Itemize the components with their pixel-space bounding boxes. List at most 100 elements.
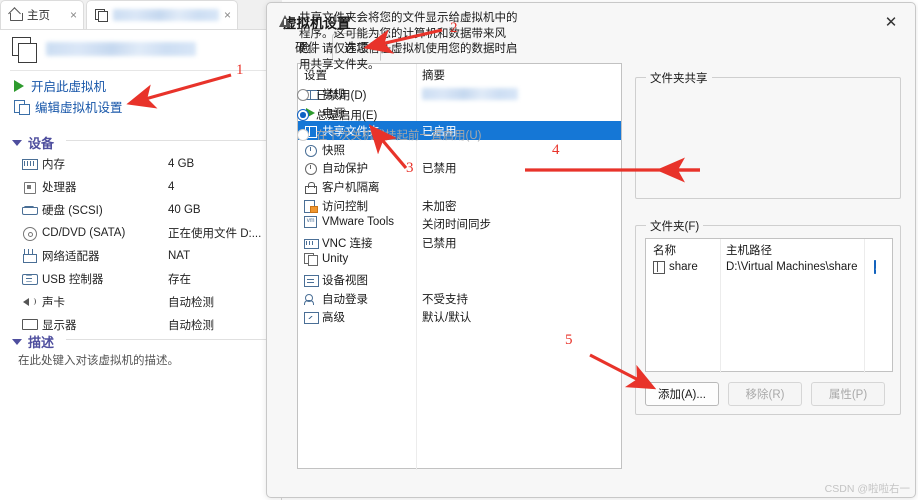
device-name: 内存 (42, 158, 65, 171)
power-on-vm-action[interactable]: 开启此虚拟机 (14, 76, 106, 95)
header-divider (10, 70, 272, 71)
access-control-icon (304, 199, 318, 213)
settings-row-device-view[interactable]: 设备视图 (298, 270, 621, 289)
settings-row-label: VMware Tools (322, 216, 395, 229)
folder-sharing-warning-text: 共享文件夹会将您的文件显示给虚拟机中的程序。这可能为您的计算机和数据带来风险。请… (299, 12, 518, 71)
harddisk-icon (22, 203, 38, 216)
settings-row-unity[interactable]: Unity (298, 251, 621, 270)
radio-label: 已禁用(D) (316, 90, 367, 102)
device-value: 4 (168, 180, 175, 193)
settings-row-label: 快照 (322, 144, 345, 157)
watermark: CSDN @啦啦右一 (824, 483, 910, 495)
settings-row-label: 自动登录 (322, 293, 368, 306)
snapshot-icon (304, 144, 317, 157)
description-section-rule (66, 339, 272, 340)
settings-row-label: 设备视图 (322, 274, 368, 287)
device-row-sound[interactable]: 声卡 自动检测 (0, 290, 282, 313)
folder-sharing-group: 文件夹共享 (635, 70, 901, 199)
radio-sharing-disabled[interactable]: 已禁用(D) (297, 87, 366, 103)
device-value: NAT (168, 249, 191, 262)
radio-label: 总是启用(E) (316, 110, 378, 122)
tab-virtual-machine[interactable]: × (86, 0, 238, 29)
settings-row-label: 自动保护 (322, 163, 368, 176)
description-placeholder[interactable]: 在此处键入对该虚拟机的描述。 (18, 352, 179, 368)
radio-sharing-always-enabled[interactable]: 总是启用(E) (297, 107, 377, 123)
folders-group-label: 文件夹(F) (646, 218, 704, 234)
device-row-processor[interactable]: 处理器 4 (0, 175, 282, 198)
tab-home[interactable]: 主页 × (0, 0, 84, 29)
device-row-cddvd[interactable]: CD/DVD (SATA) 正在使用文件 D:... (0, 221, 282, 244)
device-name: 显示器 (42, 319, 77, 332)
radio-sharing-until-shutdown: 在下次关机或挂起前一直启用(U) (297, 127, 481, 143)
device-row-memory[interactable]: 内存 4 GB (0, 152, 282, 175)
power-on-vm-label: 开启此虚拟机 (31, 80, 107, 94)
device-name: 处理器 (42, 181, 77, 194)
settings-row-advanced[interactable]: 高级 默认/默认 (298, 307, 621, 326)
settings-row-summary: 关闭时间同步 (422, 219, 491, 232)
device-list: 内存 4 GB 处理器 4 硬盘 (SCSI) 40 GB CD/DVD (SA… (0, 152, 282, 336)
unity-icon (304, 253, 318, 267)
tab-vm-label-blurred (113, 9, 219, 21)
settings-row-summary: 已禁用 (422, 163, 457, 176)
folder-properties-button: 属性(P) (811, 382, 885, 406)
settings-row-summary: 不受支持 (422, 293, 468, 306)
device-name: 硬盘 (SCSI) (42, 204, 103, 217)
vm-name-blurred (46, 42, 196, 56)
settings-row-access-control[interactable]: 访问控制 未加密 (298, 196, 621, 215)
warning-icon (279, 15, 292, 27)
devices-section-header[interactable]: 设备 (12, 133, 54, 152)
settings-row-label: 访问控制 (322, 200, 368, 213)
radio-icon (297, 89, 309, 101)
edit-settings-icon (14, 100, 30, 115)
device-row-network[interactable]: 网络适配器 NAT (0, 244, 282, 267)
vnc-icon (304, 237, 319, 249)
settings-row-label: VNC 连接 (322, 237, 373, 250)
tab-strip: 主页 × × (0, 0, 282, 30)
settings-row-autoprotect[interactable]: 自动保护 已禁用 (298, 158, 621, 177)
settings-row-guest-isolation[interactable]: 客户机隔离 (298, 177, 621, 196)
annotation-number-1: 1 (236, 62, 244, 78)
column-header-name: 名称 (653, 245, 676, 257)
table-row[interactable]: share D:\Virtual Machines\share (646, 259, 892, 279)
device-name: 网络适配器 (42, 250, 100, 263)
autoprotect-icon (304, 162, 317, 176)
vm-settings-dialog: 虚拟机设置 ✕ 硬件 选项 设置 摘要 常规 电源 共享文件夹 已启用 快照 自… (266, 2, 916, 498)
vmware-tools-icon (304, 216, 317, 229)
device-name: USB 控制器 (42, 273, 104, 286)
device-value: 40 GB (168, 203, 201, 216)
caret-down-icon (12, 338, 22, 345)
folders-group: 文件夹(F) 名称 主机路径 share D:\Virtual Machines… (635, 218, 901, 415)
device-name: CD/DVD (SATA) (42, 226, 126, 239)
annotation-number-2: 2 (450, 20, 458, 36)
settings-row-vmware-tools[interactable]: VMware Tools 关闭时间同步 (298, 214, 621, 233)
tab-home-close-icon[interactable]: × (70, 9, 77, 21)
device-value: 自动检测 (168, 296, 214, 309)
display-icon (22, 318, 38, 331)
device-row-usb[interactable]: USB 控制器 存在 (0, 267, 282, 290)
settings-row-label: Unity (322, 253, 349, 266)
description-section-header[interactable]: 描述 (12, 332, 54, 351)
usb-icon (22, 272, 38, 285)
devices-section-rule (66, 140, 272, 141)
close-icon[interactable]: ✕ (875, 9, 907, 35)
radio-icon-selected (297, 109, 309, 121)
folders-table[interactable]: 名称 主机路径 share D:\Virtual Machines\share (645, 238, 893, 373)
edit-vm-settings-action[interactable]: 编辑虚拟机设置 (14, 97, 123, 116)
settings-row-label: 高级 (322, 312, 345, 325)
column-header-host-path: 主机路径 (726, 245, 772, 257)
device-name: 声卡 (42, 296, 65, 309)
settings-row-autologin[interactable]: 自动登录 不受支持 (298, 289, 621, 308)
radio-label: 在下次关机或挂起前一直启用(U) (316, 130, 482, 142)
settings-row-summary: 未加密 (422, 200, 457, 213)
device-value: 正在使用文件 D:... (168, 227, 262, 240)
device-row-harddisk[interactable]: 硬盘 (SCSI) 40 GB (0, 198, 282, 221)
settings-list[interactable]: 设置 摘要 常规 电源 共享文件夹 已启用 快照 自动保护 已禁用 客户机隔离 … (297, 63, 622, 470)
guest-isolation-icon (304, 181, 317, 194)
cpu-icon (22, 180, 36, 194)
tab-vm-close-icon[interactable]: × (224, 9, 231, 21)
edit-vm-settings-label: 编辑虚拟机设置 (35, 101, 123, 115)
home-icon (9, 9, 23, 21)
folder-enabled-checkbox[interactable] (874, 260, 876, 274)
add-folder-button[interactable]: 添加(A)... (645, 382, 719, 406)
settings-row-vnc[interactable]: VNC 连接 已禁用 (298, 233, 621, 252)
